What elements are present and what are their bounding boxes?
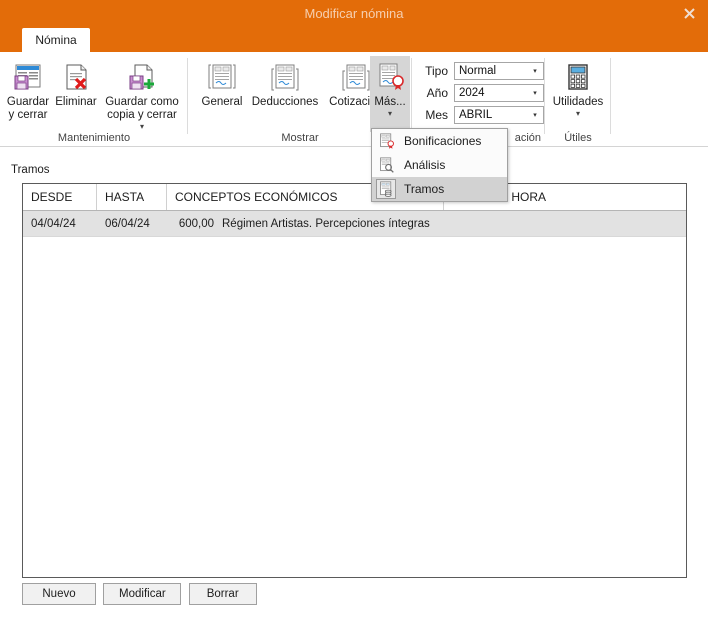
chevron-down-icon[interactable]: ▾ xyxy=(527,85,543,101)
cell-importe: 600,00 xyxy=(178,218,214,230)
group-label-utiles: Útiles xyxy=(564,132,592,144)
tramos-grid[interactable]: DESDE HASTA CONCEPTOS ECONÓMICOS TIPOS D… xyxy=(22,183,687,578)
document-sections-icon xyxy=(376,179,396,199)
delete-document-icon xyxy=(61,60,91,94)
chevron-down-icon[interactable]: ▾ xyxy=(527,63,543,79)
grid-header-row: DESDE HASTA CONCEPTOS ECONÓMICOS TIPOS D… xyxy=(23,184,686,211)
cell-hasta: 06/04/24 xyxy=(105,218,150,230)
column-header-desde[interactable]: DESDE xyxy=(23,184,97,210)
column-header-hasta[interactable]: HASTA xyxy=(97,184,167,210)
save-close-icon xyxy=(13,60,43,94)
tipo-label: Tipo xyxy=(425,64,448,78)
deductions-label: Deducciones xyxy=(251,96,319,108)
document-seal-icon xyxy=(376,131,396,151)
general-label: General xyxy=(201,96,243,108)
menu-item-tramos[interactable]: Tramos xyxy=(372,177,507,201)
title-bar: Modificar nómina xyxy=(0,0,708,28)
ribbon-tab-strip: Nómina xyxy=(0,28,708,52)
more-caret-icon[interactable]: ▾ xyxy=(388,110,392,118)
deductions-document-icon xyxy=(270,60,300,94)
field-mes: Mes ABRIL ▾ xyxy=(416,106,544,124)
save-and-close-button[interactable]: Guardar y cerrar xyxy=(4,56,52,122)
content-area: Tramos DESDE HASTA CONCEPTOS ECONÓMICOS … xyxy=(0,147,708,638)
save-copy-icon xyxy=(127,60,157,94)
group-label-mantenimiento: Mantenimiento xyxy=(57,132,131,144)
menu-item-bonificaciones[interactable]: Bonificaciones xyxy=(372,129,507,153)
tipo-value: Normal xyxy=(459,65,497,77)
tipo-combobox[interactable]: Normal ▾ xyxy=(454,62,544,80)
section-label-tramos: Tramos xyxy=(11,164,50,176)
utilities-caret-icon[interactable]: ▾ xyxy=(576,110,580,118)
window-title: Modificar nómina xyxy=(304,6,404,21)
more-document-seal-icon xyxy=(375,60,405,94)
delete-button[interactable]: Eliminar xyxy=(53,56,99,109)
save-copy-caret-icon[interactable]: ▾ xyxy=(140,123,144,131)
ano-value: 2024 xyxy=(459,87,485,99)
field-tipo: Tipo Normal ▾ xyxy=(416,62,544,80)
menu-item-label: Bonificaciones xyxy=(404,134,482,148)
ribbon-group-utiles: Utilidades ▾ Útiles xyxy=(545,52,611,147)
dialog-modificar-nomina: Modificar nómina Nómina Guardar y cerrar… xyxy=(0,0,708,638)
field-ano: Año 2024 ▾ xyxy=(416,84,544,102)
mes-combobox[interactable]: ABRIL ▾ xyxy=(454,106,544,124)
table-row[interactable]: 04/04/24 06/04/24 600,00 Régimen Artista… xyxy=(23,211,686,237)
save-copy-and-close-button[interactable]: Guardar como copia y cerrar ▾ xyxy=(100,56,184,131)
cell-tipos-de-hora xyxy=(452,211,687,237)
ribbon: Guardar y cerrar Eliminar Guardar como c… xyxy=(0,52,708,147)
delete-label: Eliminar xyxy=(55,96,97,108)
grid-action-buttons: Nuevo Modificar Borrar xyxy=(22,583,261,605)
modify-button[interactable]: Modificar xyxy=(103,583,182,605)
menu-item-label: Análisis xyxy=(404,158,446,172)
ano-label: Año xyxy=(426,86,448,100)
group-separator xyxy=(610,58,611,134)
menu-item-label: Tramos xyxy=(404,182,445,196)
more-label: Más... xyxy=(374,96,406,108)
general-button[interactable]: General xyxy=(196,56,248,109)
general-document-icon xyxy=(207,60,237,94)
delete-row-button[interactable]: Borrar xyxy=(188,583,257,605)
ano-combobox[interactable]: 2024 ▾ xyxy=(454,84,544,102)
close-icon[interactable] xyxy=(672,0,706,26)
quotation-document-icon xyxy=(341,60,371,94)
cell-conceptos-economicos: Régimen Artistas. Percepciones íntegras xyxy=(222,218,430,230)
menu-item-analisis[interactable]: Análisis xyxy=(372,153,507,177)
utilities-button[interactable]: Utilidades ▾ xyxy=(549,56,607,118)
new-button[interactable]: Nuevo xyxy=(22,583,96,605)
save-copy-and-close-label: Guardar como copia y cerrar xyxy=(105,96,179,121)
more-button[interactable]: Más... ▾ xyxy=(370,56,410,132)
mes-label: Mes xyxy=(425,108,448,122)
cell-desde: 04/04/24 xyxy=(31,218,76,230)
document-search-icon xyxy=(376,155,396,175)
utilities-label: Utilidades xyxy=(552,96,604,108)
save-and-close-label: Guardar y cerrar xyxy=(6,96,50,121)
chevron-down-icon[interactable]: ▾ xyxy=(527,107,543,123)
calculator-icon xyxy=(564,60,592,94)
deductions-button[interactable]: Deducciones xyxy=(249,56,321,109)
ribbon-group-mantenimiento: Guardar y cerrar Eliminar Guardar como c… xyxy=(0,52,188,147)
more-dropdown-menu: Bonificaciones Análisis Tramos xyxy=(371,128,508,202)
mes-value: ABRIL xyxy=(459,109,493,121)
tab-nomina[interactable]: Nómina xyxy=(22,28,90,52)
